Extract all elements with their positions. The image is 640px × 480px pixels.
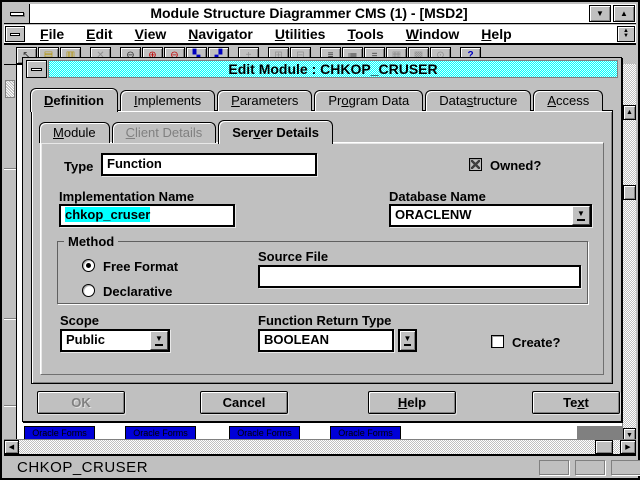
ok-button: OK bbox=[37, 391, 125, 414]
menu-window[interactable]: Window bbox=[395, 26, 471, 42]
text-button[interactable]: Text bbox=[532, 391, 620, 414]
scope-dropdown-button[interactable]: ▼ bbox=[150, 331, 168, 350]
edit-module-dialog: Edit Module : CHKOP_CRUSER Definition Im… bbox=[22, 57, 622, 422]
selected-text: chkop_cruser bbox=[65, 207, 150, 222]
child-system-menu-button[interactable] bbox=[5, 26, 25, 42]
vertical-scroll-thumb[interactable] bbox=[623, 185, 636, 200]
create-label: Create? bbox=[512, 335, 560, 350]
method-label: Method bbox=[64, 234, 118, 249]
menu-help[interactable]: Help bbox=[470, 26, 522, 42]
cancel-button[interactable]: Cancel bbox=[200, 391, 288, 414]
maximize-icon: ▲ bbox=[620, 9, 628, 18]
dropdown-arrow-icon: ▼ bbox=[404, 335, 412, 346]
status-panel bbox=[539, 460, 569, 475]
maximize-button[interactable]: ▲ bbox=[613, 5, 635, 22]
scope-combo[interactable]: Public ▼ bbox=[60, 329, 170, 352]
caption-buttons: ▼ ▲ bbox=[588, 4, 636, 23]
menu-view[interactable]: View bbox=[124, 26, 178, 42]
subtab-module[interactable]: Module bbox=[39, 122, 110, 143]
dialog-system-menu-icon bbox=[31, 68, 42, 71]
help-button[interactable]: Help bbox=[368, 391, 456, 414]
return-type-dropdown-button[interactable]: ▼ bbox=[398, 329, 417, 352]
implementation-name-field[interactable]: chkop_cruser bbox=[59, 204, 235, 227]
tab-datastructure[interactable]: Datastructure bbox=[425, 90, 531, 111]
tab-program-data[interactable]: Program Data bbox=[314, 90, 423, 111]
palette-tool-button[interactable] bbox=[5, 80, 15, 98]
method-groupbox: Method Free Format Declarative Source Fi… bbox=[57, 241, 588, 304]
system-menu-button[interactable] bbox=[4, 4, 30, 23]
menu-navigator[interactable]: Navigator bbox=[177, 26, 264, 42]
dialog-tabs: Definition Implements Parameters Program… bbox=[30, 87, 605, 111]
database-dropdown-button[interactable]: ▼ bbox=[572, 206, 590, 225]
create-checkbox[interactable] bbox=[491, 335, 504, 348]
tab-access[interactable]: Access bbox=[533, 90, 603, 111]
database-name-combo[interactable]: ORACLENW ▼ bbox=[389, 204, 592, 227]
diagram-node[interactable]: Oracle Forms bbox=[125, 426, 196, 440]
source-file-label: Source File bbox=[258, 249, 328, 264]
free-format-radio[interactable] bbox=[82, 259, 95, 272]
dialog-title: Edit Module : CHKOP_CRUSER bbox=[48, 60, 618, 78]
status-text: CHKOP_CRUSER bbox=[17, 459, 148, 476]
minimize-icon: ▼ bbox=[596, 9, 604, 18]
scope-label: Scope bbox=[60, 313, 99, 328]
restore-down-icon: ▼ bbox=[623, 34, 629, 39]
declarative-radio[interactable] bbox=[82, 284, 95, 297]
vertical-scrollbar: ▲ ▼ bbox=[622, 64, 636, 443]
window-title: Module Structure Diagrammer CMS (1) - [M… bbox=[30, 4, 588, 23]
scroll-right-button[interactable]: ▶ bbox=[620, 440, 636, 454]
type-label: Type bbox=[64, 159, 93, 174]
tool-palette bbox=[4, 64, 17, 443]
scroll-up-icon: ▲ bbox=[626, 109, 633, 116]
scroll-left-icon: ◀ bbox=[9, 444, 14, 451]
function-return-type-label: Function Return Type bbox=[258, 313, 391, 328]
status-bar: CHKOP_CRUSER bbox=[4, 454, 636, 476]
function-return-type-field[interactable]: BOOLEAN bbox=[258, 329, 394, 352]
application-window: Module Structure Diagrammer CMS (1) - [M… bbox=[0, 0, 640, 480]
definition-subtabs: Module Client Details Server Details bbox=[39, 120, 335, 143]
subtab-server-details[interactable]: Server Details bbox=[218, 120, 333, 144]
status-panel bbox=[611, 460, 640, 475]
dialog-system-menu-button[interactable] bbox=[26, 60, 47, 78]
scroll-right-icon: ▶ bbox=[625, 444, 630, 451]
subtab-client-details: Client Details bbox=[112, 122, 217, 143]
horizontal-scrollbar: ◀ ▶ bbox=[4, 439, 636, 454]
tab-definition[interactable]: Definition bbox=[30, 88, 118, 112]
minimize-button[interactable]: ▼ bbox=[589, 5, 611, 22]
database-name-value: ORACLENW bbox=[395, 207, 472, 222]
menu-utilities[interactable]: Utilities bbox=[264, 26, 337, 42]
server-details-panel: Type Function Owned? Implementation Name… bbox=[40, 142, 604, 375]
tab-implements[interactable]: Implements bbox=[120, 90, 215, 111]
type-field[interactable]: Function bbox=[101, 153, 317, 176]
diagram-node[interactable]: Oracle Forms bbox=[330, 426, 401, 440]
diagram-node[interactable]: Oracle Forms bbox=[229, 426, 300, 440]
dropdown-arrow-icon: ▼ bbox=[577, 210, 585, 221]
menu-bar: File Edit View Navigator Utilities Tools… bbox=[4, 25, 636, 45]
owned-label: Owned? bbox=[490, 158, 541, 173]
diagram-node-shadow bbox=[577, 426, 623, 440]
dialog-titlebar[interactable]: Edit Module : CHKOP_CRUSER bbox=[26, 60, 618, 78]
status-panel bbox=[575, 460, 605, 475]
child-system-menu-icon bbox=[10, 33, 20, 36]
database-name-label: Database Name bbox=[389, 189, 486, 204]
diagram-node[interactable]: Oracle Forms bbox=[24, 426, 95, 440]
child-restore-button[interactable]: ▲ ▼ bbox=[617, 26, 635, 42]
declarative-label: Declarative bbox=[103, 284, 172, 299]
owned-checkbox bbox=[469, 158, 482, 171]
scope-value: Public bbox=[66, 332, 105, 347]
free-format-label: Free Format bbox=[103, 259, 178, 274]
menu-file[interactable]: File bbox=[29, 26, 75, 42]
scroll-left-button[interactable]: ◀ bbox=[4, 440, 19, 454]
horizontal-scroll-thumb[interactable] bbox=[595, 440, 613, 454]
system-menu-icon bbox=[10, 12, 24, 16]
menu-tools[interactable]: Tools bbox=[336, 26, 394, 42]
window-titlebar[interactable]: Module Structure Diagrammer CMS (1) - [M… bbox=[4, 4, 636, 24]
scroll-down-icon: ▼ bbox=[626, 432, 633, 439]
dropdown-arrow-icon: ▼ bbox=[155, 335, 163, 346]
source-file-field[interactable] bbox=[258, 265, 581, 288]
scroll-up-button[interactable]: ▲ bbox=[623, 105, 636, 120]
tab-parameters[interactable]: Parameters bbox=[217, 90, 312, 111]
menu-edit[interactable]: Edit bbox=[75, 26, 123, 42]
definition-tab-panel: Module Client Details Server Details Typ… bbox=[31, 110, 613, 384]
implementation-name-label: Implementation Name bbox=[59, 189, 194, 204]
